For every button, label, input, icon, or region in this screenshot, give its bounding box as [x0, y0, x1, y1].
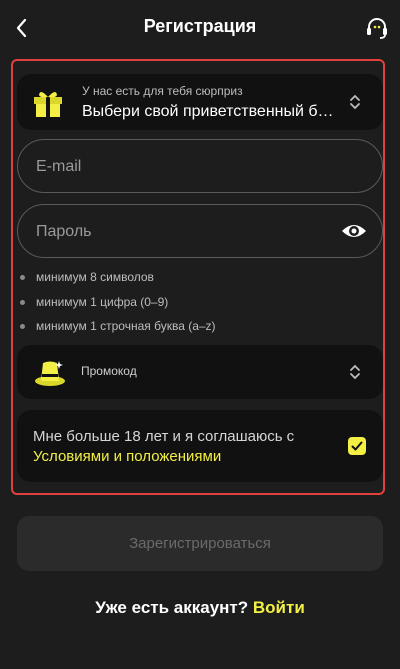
terms-link[interactable]: Условиями и положениями [33, 448, 221, 465]
bonus-hint: У нас есть для тебя сюрприз [82, 84, 243, 98]
email-input[interactable] [34, 140, 338, 194]
rule-text: минимум 1 строчная буква (a–z) [36, 319, 216, 333]
header: Регистрация [0, 0, 400, 54]
password-field[interactable] [17, 204, 383, 259]
bonus-value: Выбери свой приветственный бонус [82, 103, 340, 120]
age-terms-checkbox[interactable] [348, 437, 366, 455]
login-prompt: Уже есть аккаунт? Войти [0, 598, 400, 618]
terms-agreement: Мне больше 18 лет и я соглашаюсь с Услов… [17, 410, 383, 482]
terms-statement: Мне больше 18 лет и я соглашаюсь с [33, 428, 295, 445]
gift-icon [34, 91, 62, 117]
password-rule: минимум 1 строчная буква (a–z) [20, 319, 216, 344]
eye-icon[interactable] [340, 220, 368, 242]
updown-chevron-icon [350, 364, 360, 380]
register-button[interactable]: Зарегистрироваться [17, 516, 383, 571]
check-icon [351, 441, 363, 451]
bullet [20, 275, 25, 280]
page-title: Регистрация [143, 16, 257, 36]
rule-text: минимум 1 цифра (0–9) [36, 294, 169, 309]
magic-hat-icon [35, 361, 65, 386]
support-button[interactable] [364, 14, 390, 42]
promo-code-label: Промокод [81, 364, 137, 378]
bullet [20, 324, 25, 329]
password-rules: минимум 8 символов минимум 1 цифра (0–9)… [20, 270, 216, 344]
promo-code-selector[interactable]: Промокод [17, 345, 383, 399]
rule-text: минимум 8 символов [36, 270, 154, 284]
login-prompt-text: Уже есть аккаунт? [95, 598, 249, 617]
email-field[interactable] [17, 139, 383, 194]
password-rule: минимум 8 символов [20, 270, 216, 295]
bullet [20, 299, 25, 305]
password-rule: минимум 1 цифра (0–9) [20, 295, 216, 320]
terms-text: Мне больше 18 лет и я соглашаюсь с Услов… [33, 427, 323, 467]
password-input[interactable] [34, 205, 338, 259]
updown-chevron-icon [350, 94, 360, 110]
headset-icon [367, 18, 387, 39]
welcome-bonus-selector[interactable]: У нас есть для тебя сюрприз Выбери свой … [17, 74, 383, 130]
login-link[interactable]: Войти [253, 598, 305, 617]
